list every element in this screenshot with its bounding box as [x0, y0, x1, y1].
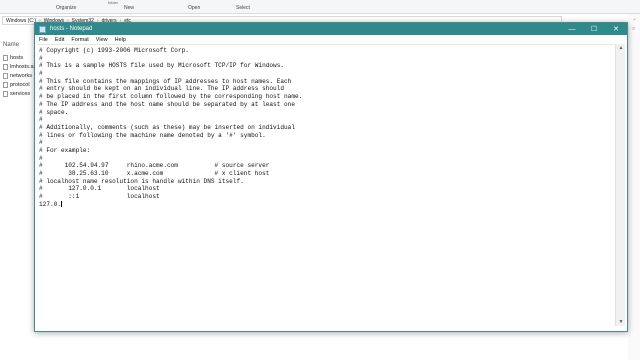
menu-view[interactable]: View	[96, 37, 108, 43]
column-header-name[interactable]: Name	[3, 42, 19, 48]
text-line: # space.	[39, 108, 69, 116]
text-line: #	[39, 139, 43, 147]
minimize-button[interactable]: —	[561, 23, 583, 35]
text-line: # This is a sample HOSTS file used by Mi…	[39, 62, 285, 70]
text-line: # ::1 localhost	[39, 193, 160, 201]
menu-file[interactable]: File	[39, 37, 48, 43]
text-line: # Additionally, comments (such as these)…	[39, 123, 295, 131]
close-button[interactable]: ✕	[605, 23, 627, 35]
explorer-right-pane-edge: ⌄ ⌕	[628, 14, 640, 360]
text-line: # lines or following the machine name de…	[39, 131, 266, 139]
text-content: # Copyright (c) 1993-2006 Microsoft Corp…	[39, 47, 302, 208]
text-caret	[60, 201, 62, 208]
text-line: # For example:	[39, 146, 91, 154]
menu-format[interactable]: Format	[71, 37, 88, 43]
text-line: # This file contains the mappings of IP …	[39, 77, 292, 85]
text-line: #	[39, 54, 43, 62]
file-item-hosts[interactable]: hosts	[3, 53, 23, 62]
file-name: networks	[10, 72, 33, 79]
explorer-ribbon: folder Organize New Open Select	[0, 0, 640, 14]
search-icon[interactable]: ⌕	[632, 26, 638, 32]
file-item-networks[interactable]: networks	[3, 71, 32, 80]
window-title: hosts - Notepad	[50, 26, 93, 32]
notepad-app-icon[interactable]	[39, 25, 46, 33]
file-item-protocol[interactable]: protocol	[3, 80, 30, 89]
menu-help[interactable]: Help	[115, 37, 126, 43]
file-icon	[3, 72, 8, 79]
current-line-text: 127.0.	[39, 200, 61, 208]
menu-edit[interactable]: Edit	[55, 37, 64, 43]
chevron-down-icon[interactable]: ⌄	[632, 16, 638, 22]
text-line: #	[39, 116, 43, 124]
text-line: # 38.25.63.10 x.acme.com # x client host	[39, 170, 270, 177]
text-line: # The IP address and the host name shoul…	[39, 100, 295, 108]
file-icon	[3, 90, 8, 97]
file-name: services	[10, 90, 31, 97]
file-icon	[3, 54, 8, 61]
maximize-button[interactable]: ☐	[583, 23, 605, 35]
ribbon-new-folder-label[interactable]: folder	[108, 0, 118, 5]
file-name: lmhosts.sa	[10, 63, 37, 70]
ribbon-group-organize: Organize	[56, 5, 77, 11]
text-editor-area[interactable]: # Copyright (c) 1993-2006 Microsoft Corp…	[37, 44, 613, 326]
text-line: # entry should be kept on an individual …	[39, 85, 285, 93]
text-line: # 127.0.0.1 localhost	[39, 185, 160, 193]
scroll-up-arrow-icon[interactable]: ▲	[616, 44, 626, 52]
file-name: hosts	[10, 54, 24, 61]
ribbon-group-open: Open	[188, 5, 201, 11]
text-line: #	[39, 70, 43, 78]
file-icon	[3, 63, 8, 70]
ribbon-group-select: Select	[236, 5, 250, 11]
file-name: protocol	[10, 81, 30, 88]
text-line: #	[39, 154, 43, 162]
text-line: # be placed in the first column followed…	[39, 93, 303, 101]
file-item-lmhosts[interactable]: lmhosts.sa	[3, 62, 36, 71]
text-line: # Copyright (c) 1993-2006 Microsoft Corp…	[39, 47, 189, 54]
menu-bar: File Edit Format View Help	[35, 35, 627, 44]
notepad-title-bar[interactable]: hosts - Notepad — ☐ ✕	[35, 23, 627, 35]
vertical-scrollbar[interactable]: ▲ ▼	[615, 44, 625, 326]
scroll-down-arrow-icon[interactable]: ▼	[616, 318, 626, 326]
notepad-window: hosts - Notepad — ☐ ✕ File Edit Format V…	[34, 22, 628, 332]
ribbon-group-new: New	[124, 5, 135, 11]
file-item-services[interactable]: services	[3, 89, 30, 98]
file-icon	[3, 81, 8, 88]
breadcrumb-windows-c[interactable]: Windows (C:)	[6, 18, 36, 24]
text-line: # 102.54.94.97 rhino.acme.com # source s…	[39, 162, 270, 170]
text-line-current: 127.0.	[39, 201, 302, 209]
text-line: # localhost name resolution is handle wi…	[39, 177, 244, 185]
